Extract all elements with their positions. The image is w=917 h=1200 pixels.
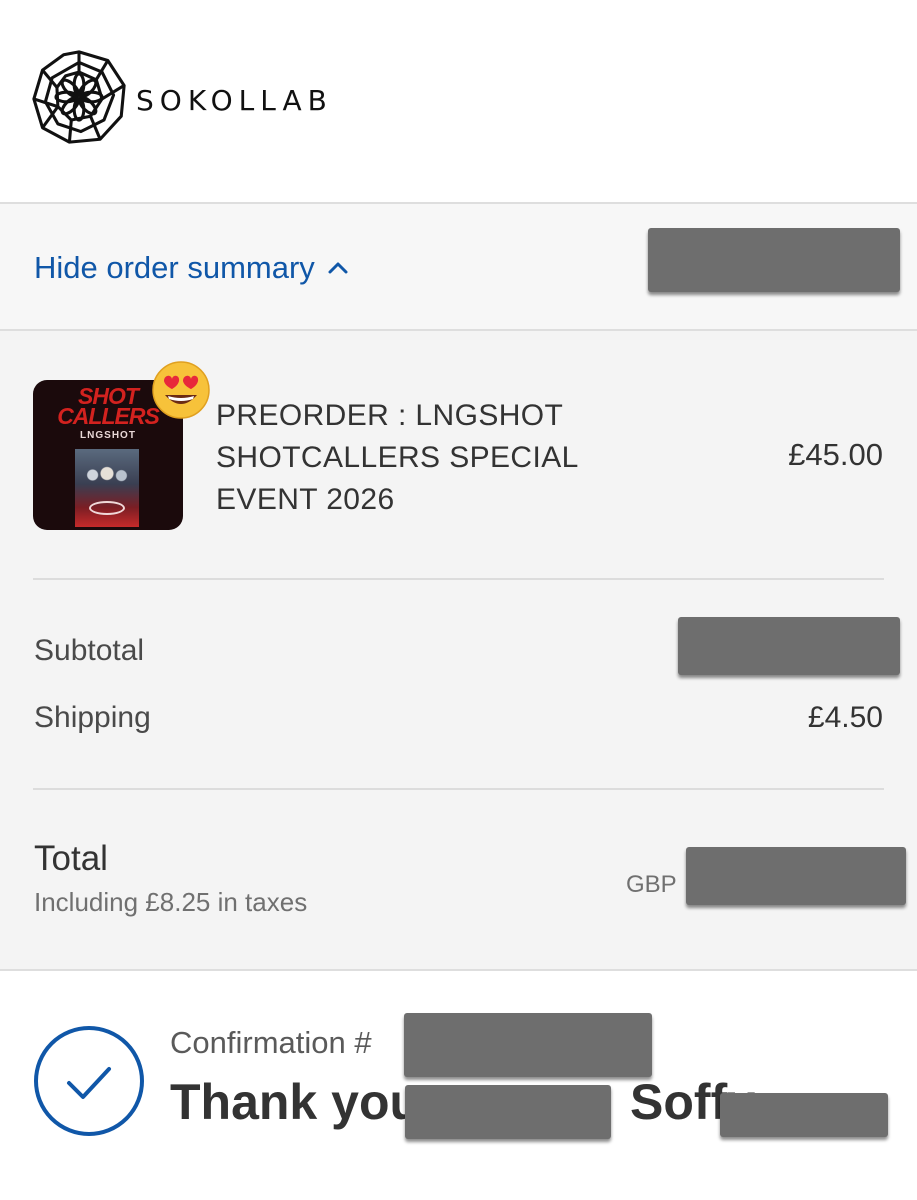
order-summary-panel: SHOT CALLERS LNGSHOT PREORDER : LNGSHOT … <box>0 331 917 971</box>
subtotal-label: Subtotal <box>34 634 145 667</box>
tax-note: Including £8.25 in taxes <box>34 887 308 917</box>
check-circle-icon <box>34 1026 144 1136</box>
redacted-subtotal-value <box>678 617 900 675</box>
redacted-customer-name <box>720 1093 888 1137</box>
currency-code: GBP <box>626 871 677 898</box>
divider <box>33 578 884 580</box>
product-price: £45.00 <box>788 437 883 472</box>
redacted-total-amount <box>648 228 900 292</box>
brand-name[interactable]: SOKOLLAB <box>136 84 333 117</box>
confirmation-section: Confirmation # Thank you Soffy <box>0 973 917 1200</box>
poster-stamp <box>89 501 125 515</box>
total-label: Total <box>34 839 108 878</box>
thank-you-prefix: Thank you <box>170 1074 421 1130</box>
shipping-value: £4.50 <box>807 701 883 734</box>
thumbnail-subtitle: LNGSHOT <box>80 430 136 441</box>
order-summary-toggle-bar: Hide order summary <box>0 202 917 331</box>
chevron-up-icon <box>328 262 348 274</box>
redacted-total-value <box>686 847 906 905</box>
confirmation-number-label: Confirmation # <box>170 1025 372 1060</box>
toggle-label: Hide order summary <box>34 250 315 285</box>
divider <box>33 788 884 790</box>
redacted-customer-name <box>405 1085 611 1139</box>
store-header: SOKOLLAB <box>0 0 917 202</box>
geometric-mandala-icon[interactable] <box>31 49 127 145</box>
heart-eyes-emoji-icon <box>152 361 210 419</box>
poster-figures <box>83 463 131 493</box>
hide-order-summary-button[interactable]: Hide order summary <box>34 250 349 286</box>
shipping-label: Shipping <box>34 701 151 734</box>
thumbnail-poster-image <box>75 449 139 527</box>
redacted-confirmation-number <box>404 1013 652 1077</box>
product-name: PREORDER : LNGSHOT SHOTCALLERS SPECIAL E… <box>216 399 578 516</box>
